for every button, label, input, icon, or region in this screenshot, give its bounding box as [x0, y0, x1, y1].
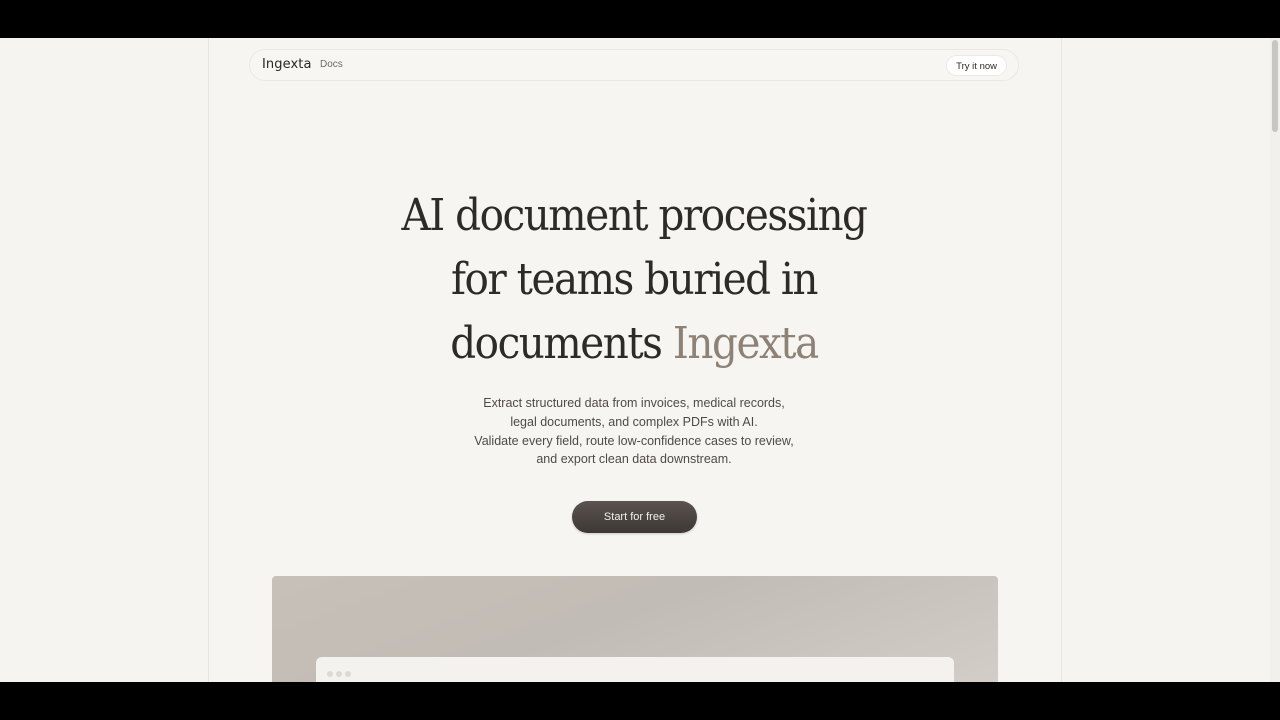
top-navbar: Ingexta Docs Try it now — [249, 49, 1019, 81]
window-dot-icon — [336, 671, 342, 677]
description-line: legal documents, and complex PDFs with A… — [510, 414, 758, 429]
start-for-free-button[interactable]: Start for free — [572, 501, 697, 533]
hero-description: Extract structured data from invoices, m… — [434, 394, 834, 469]
headline-line-1: AI document processing — [401, 190, 868, 241]
browser-viewport: Ingexta Docs Try it now AI document proc… — [0, 38, 1280, 682]
headline-accent-brand: Ingexta — [672, 318, 819, 369]
brand-logo[interactable]: Ingexta — [262, 57, 312, 72]
headline-line-3-prefix: documents — [450, 318, 663, 369]
window-controls — [327, 664, 354, 682]
window-dot-icon — [345, 671, 351, 677]
try-it-now-button[interactable]: Try it now — [946, 55, 1007, 76]
preview-app-window — [316, 657, 954, 682]
description-line: and export clean data downstream. — [536, 452, 732, 467]
product-preview-panel — [272, 576, 998, 682]
headline-line-2: for teams buried in — [450, 254, 819, 305]
window-dot-icon — [327, 671, 333, 677]
scrollbar-thumb[interactable] — [1272, 40, 1278, 132]
nav-link-docs[interactable]: Docs — [320, 59, 343, 70]
description-line: Extract structured data from invoices, m… — [483, 396, 785, 410]
description-line: Validate every field, route low-confiden… — [474, 433, 794, 448]
page-scrollbar[interactable] — [1270, 38, 1280, 682]
hero-headline: AI document processing for teams buried … — [358, 184, 910, 376]
